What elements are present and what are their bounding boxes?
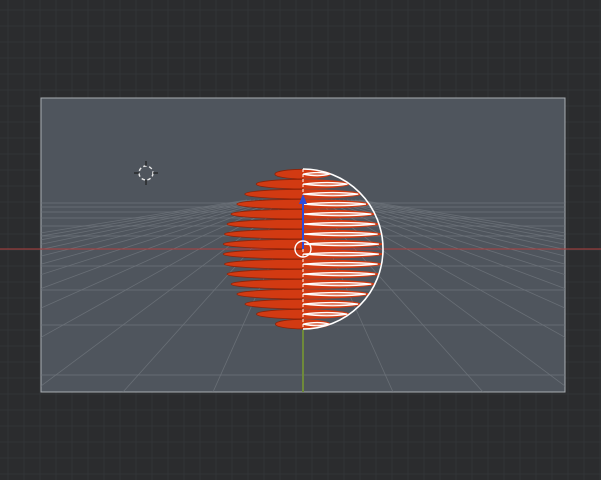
3d-viewport[interactable] bbox=[0, 0, 601, 480]
viewport-canvas[interactable] bbox=[0, 0, 601, 480]
